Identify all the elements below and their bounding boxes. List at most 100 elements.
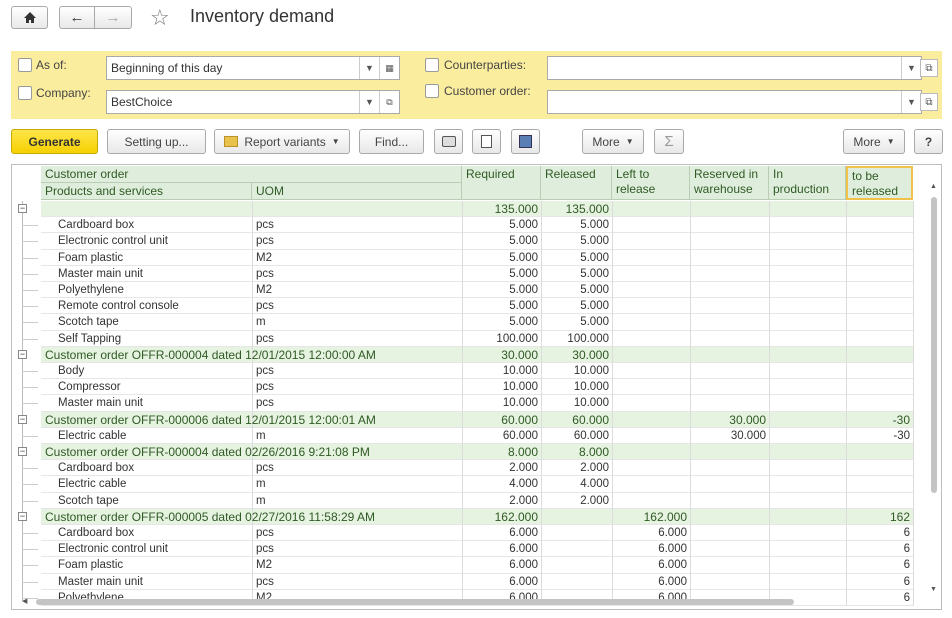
required-value: 10.000 xyxy=(502,381,538,394)
reserved-value xyxy=(690,444,769,460)
as-of-field[interactable]: Beginning of this day ▼ ▦ xyxy=(106,56,400,80)
collapse-toggle-icon[interactable]: − xyxy=(18,447,27,456)
prod-value xyxy=(769,233,846,249)
released-value xyxy=(541,541,612,557)
column-divider xyxy=(252,363,253,380)
released-value: 135.000 xyxy=(565,202,609,216)
required-value: 6.000 xyxy=(509,575,538,588)
uom-value: M2 xyxy=(256,251,272,264)
customer-order-checkbox[interactable] xyxy=(425,84,439,98)
generate-button[interactable]: Generate xyxy=(11,129,98,154)
tbr-value xyxy=(846,347,913,363)
company-field[interactable]: BestChoice ▼ ⧉ xyxy=(106,90,400,114)
column-divider xyxy=(252,541,253,558)
scroll-down-arrow[interactable]: ▼ xyxy=(930,586,937,593)
generate-label: Generate xyxy=(28,134,81,149)
printer-icon xyxy=(441,136,456,147)
forward-button[interactable]: → xyxy=(94,6,132,29)
as-of-value: Beginning of this day xyxy=(111,61,223,75)
reserved-value xyxy=(690,395,769,411)
tbr-value xyxy=(846,476,913,492)
left-value xyxy=(612,460,690,476)
required-value: 5.000 xyxy=(509,316,538,329)
as-of-checkbox[interactable] xyxy=(18,58,32,72)
released-value: 4.000 xyxy=(580,478,609,491)
more-button-2[interactable]: More ▼ xyxy=(843,129,905,154)
left-value xyxy=(612,298,690,314)
calendar-icon[interactable]: ▦ xyxy=(379,57,399,79)
collapse-toggle-icon[interactable]: − xyxy=(18,204,27,213)
reserved-value xyxy=(690,217,769,233)
collapse-toggle-icon[interactable]: − xyxy=(18,511,27,521)
tbr-value xyxy=(846,314,913,330)
prod-value xyxy=(769,412,846,428)
tree-branch xyxy=(22,403,38,405)
dropdown-icon[interactable]: ▼ xyxy=(901,57,921,79)
reserved-value xyxy=(690,363,769,379)
report-variants-button[interactable]: Report variants ▼ xyxy=(214,129,350,154)
released-value: 30.000 xyxy=(572,347,609,362)
column-divider xyxy=(252,379,253,396)
company-checkbox[interactable] xyxy=(18,86,32,100)
released-value: 5.000 xyxy=(580,300,609,313)
tbr-value xyxy=(846,444,913,460)
preview-button[interactable] xyxy=(472,129,501,154)
column-divider xyxy=(913,363,914,380)
tbr-value: -30 xyxy=(892,412,910,427)
counterparties-label: Counterparties: xyxy=(444,58,527,72)
vertical-scroll-thumb[interactable] xyxy=(931,197,937,493)
tbr-value xyxy=(846,266,913,282)
tree-branch xyxy=(22,549,38,551)
tree-line xyxy=(22,201,23,601)
more-button-1[interactable]: More ▼ xyxy=(582,129,644,154)
find-button[interactable]: Find... xyxy=(359,129,424,154)
column-divider xyxy=(252,298,253,315)
horizontal-scrollbar[interactable]: ◀ xyxy=(22,597,927,607)
home-button[interactable] xyxy=(11,6,48,29)
header-to-be-released[interactable]: to be released xyxy=(846,166,913,200)
scroll-up-arrow[interactable]: ▲ xyxy=(930,183,937,190)
dropdown-icon[interactable]: ▼ xyxy=(359,57,379,79)
tree-branch xyxy=(22,387,38,389)
back-button[interactable]: ← xyxy=(59,6,95,29)
product-name: Master main unit xyxy=(58,267,144,280)
horizontal-scroll-thumb[interactable] xyxy=(36,599,794,605)
tbr-value xyxy=(846,233,913,249)
tree-branch xyxy=(22,225,38,227)
dropdown-icon[interactable]: ▼ xyxy=(359,91,379,113)
setting-up-button[interactable]: Setting up... xyxy=(107,129,206,154)
prod-value xyxy=(769,509,846,525)
column-divider xyxy=(913,444,914,461)
tbr-value xyxy=(846,363,913,379)
report-spreadsheet[interactable]: Customer order Products and services UOM… xyxy=(11,164,942,610)
counterparties-checkbox[interactable] xyxy=(425,58,439,72)
customer-order-open-icon[interactable]: ⧉ xyxy=(920,93,938,111)
sum-button[interactable]: Σ xyxy=(654,129,684,154)
tbr-value xyxy=(846,217,913,233)
as-of-label: As of: xyxy=(36,58,67,72)
open-icon[interactable]: ⧉ xyxy=(379,91,399,113)
vertical-scrollbar[interactable]: ▲ ▼ xyxy=(929,183,939,593)
counterparties-field[interactable]: ▼ xyxy=(547,56,922,80)
dropdown-icon[interactable]: ▼ xyxy=(901,91,921,113)
left-value xyxy=(612,493,690,509)
tbr-value xyxy=(846,201,913,217)
prod-value xyxy=(769,476,846,492)
collapse-toggle-icon[interactable]: − xyxy=(18,414,27,424)
favorite-star-icon[interactable]: ☆ xyxy=(150,5,170,31)
released-value xyxy=(541,574,612,590)
group-label: Customer order OFFR-000004 dated 02/26/2… xyxy=(45,445,370,459)
print-button[interactable] xyxy=(434,129,463,154)
prod-value xyxy=(769,557,846,573)
column-divider xyxy=(252,217,253,234)
tbr-value xyxy=(846,331,913,347)
save-button[interactable] xyxy=(511,129,540,154)
product-name: Electronic control unit xyxy=(58,543,168,556)
column-divider xyxy=(913,298,914,315)
scroll-left-arrow[interactable]: ◀ xyxy=(22,597,27,605)
counterparties-open-icon[interactable]: ⧉ xyxy=(920,59,938,77)
tree-branch xyxy=(22,533,38,534)
help-button[interactable]: ? xyxy=(914,129,943,154)
collapse-toggle-icon[interactable]: − xyxy=(18,349,27,359)
customer-order-field[interactable]: ▼ xyxy=(547,90,922,114)
